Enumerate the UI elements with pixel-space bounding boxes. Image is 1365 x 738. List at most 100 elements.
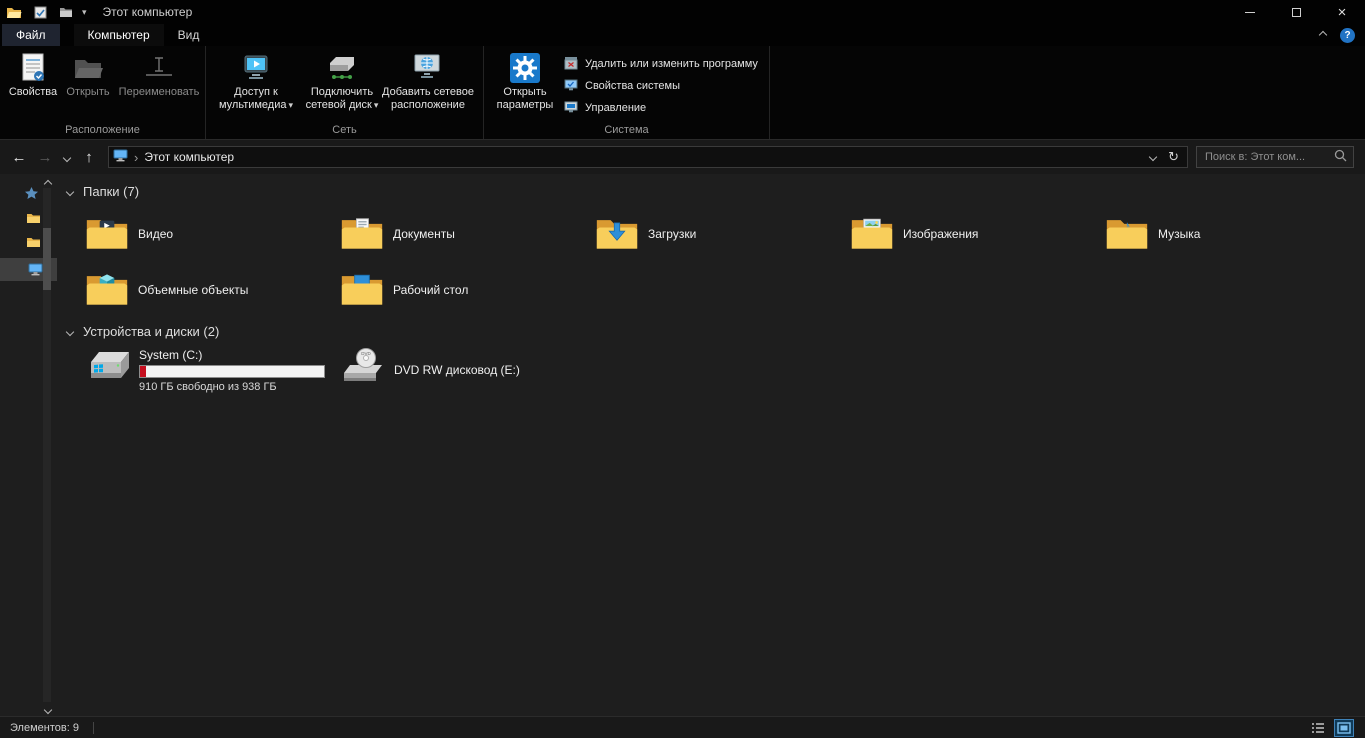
tab-file[interactable]: Файл <box>2 24 60 46</box>
uninstall-program-item[interactable]: Удалить или изменить программу <box>564 54 758 74</box>
open-label: Открыть <box>66 86 110 98</box>
ribbon-controls: ? <box>1318 24 1365 46</box>
properties-icon <box>20 50 46 86</box>
title-bar: ▾ Этот компьютер × <box>0 0 1365 24</box>
dvd-drive-icon: DVD <box>340 347 386 392</box>
properties-label: Свойства <box>8 86 58 98</box>
forward-button[interactable]: → <box>32 149 58 166</box>
search-box[interactable] <box>1196 146 1354 168</box>
tab-computer[interactable]: Компьютер <box>73 24 164 46</box>
ribbon-tab-bar: Файл Компьютер Вид ? <box>0 24 1365 46</box>
close-icon: × <box>1337 3 1347 21</box>
qa-properties-icon[interactable] <box>32 4 48 20</box>
media-access-icon <box>241 50 271 86</box>
uninstall-program-icon <box>564 56 578 73</box>
folder-name: Рабочий стол <box>393 283 469 297</box>
tab-view[interactable]: Вид <box>164 24 214 46</box>
folder-tile-desktop[interactable]: Рабочий стол <box>340 262 590 318</box>
back-button[interactable]: ← <box>6 149 32 166</box>
sidebar-scrollbar-thumb[interactable] <box>43 228 51 290</box>
sidebar-item-folder-2[interactable] <box>26 236 41 251</box>
media-access-dropdown-icon: ▾ <box>288 100 294 110</box>
devices-collapse-icon[interactable] <box>65 327 75 336</box>
ribbon-group-system: Открыть параметры Удалить или изменить п… <box>484 46 770 139</box>
large-icons-view-button[interactable] <box>1334 718 1354 737</box>
folders-collapse-icon[interactable] <box>65 187 75 196</box>
system-properties-label: Свойства системы <box>585 80 681 92</box>
help-button[interactable]: ? <box>1340 27 1355 43</box>
file-explorer-window: ▾ Этот компьютер × Файл Компьютер Вид ? … <box>0 0 1365 738</box>
minimize-icon <box>1245 11 1255 13</box>
folders-grid: Видео Документы Загрузки Изображения ♪ М… <box>85 206 1360 318</box>
map-network-drive-label: Подключить сетевой диск ▾ <box>305 86 379 111</box>
folder-name: Музыка <box>1158 227 1201 241</box>
address-bar[interactable]: › Этот компьютер ↻ <box>108 146 1188 168</box>
sidebar-item-folder-1[interactable] <box>26 212 41 227</box>
maximize-button[interactable] <box>1273 0 1319 24</box>
sidebar-scrollbar[interactable] <box>43 188 51 702</box>
uninstall-program-label: Удалить или изменить программу <box>585 58 758 70</box>
window-controls: × <box>1227 0 1365 24</box>
drive-tile-dvd[interactable]: DVD DVD RW дисковод (E:) <box>340 346 595 393</box>
group-label-location: Расположение <box>65 124 140 136</box>
view-switcher <box>1309 718 1365 737</box>
computer-management-item[interactable]: Управление <box>564 98 646 118</box>
maximize-icon <box>1291 7 1301 17</box>
main-area: Папки (7) Видео Документы Загрузки Изобр… <box>0 174 1365 716</box>
folders-section-header[interactable]: Папки (7) <box>65 184 139 199</box>
breadcrumb-this-pc[interactable]: Этот компьютер <box>144 150 234 164</box>
tab-spacer <box>60 24 74 46</box>
open-settings-label: Открыть параметры <box>496 86 554 111</box>
computer-management-label: Управление <box>585 102 647 114</box>
folder-name: Изображения <box>903 227 979 241</box>
media-access-button[interactable]: Доступ к мультимедиа ▾ <box>216 50 296 112</box>
drive-tile-system-c[interactable]: System (C:) 910 ГБ свободно из 938 ГБ <box>85 346 340 393</box>
folder-tile-3d-objects[interactable]: Объемные объекты <box>85 262 335 318</box>
rename-button[interactable]: Переименовать <box>116 50 202 99</box>
ribbon-group-network: Доступ к мультимедиа ▾ Подключить сетевой… <box>206 46 484 139</box>
pictures-folder-icon <box>850 215 894 254</box>
capacity-bar <box>139 365 325 378</box>
sidebar-item-quick-access[interactable] <box>24 186 39 203</box>
add-network-location-button[interactable]: Добавить сетевое расположение <box>376 50 480 112</box>
collapse-ribbon-icon[interactable] <box>1318 30 1328 40</box>
close-button[interactable]: × <box>1319 0 1365 24</box>
recent-locations-dropdown[interactable] <box>58 150 76 164</box>
address-bar-controls: ↻ <box>1148 149 1183 165</box>
refresh-icon[interactable]: ↻ <box>1168 149 1179 165</box>
map-network-drive-button[interactable]: Подключить сетевой диск ▾ <box>300 50 384 112</box>
search-input[interactable] <box>1203 150 1334 164</box>
search-icon[interactable] <box>1334 149 1347 165</box>
3d-objects-folder-icon <box>85 271 129 310</box>
folder-tile-music[interactable]: ♪ Музыка <box>1105 206 1355 262</box>
ribbon: Свойства Открыть Переименовать Расположе… <box>0 46 1365 140</box>
folder-tile-videos[interactable]: Видео <box>85 206 335 262</box>
devices-section-header[interactable]: Устройства и диски (2) <box>65 324 219 339</box>
music-folder-icon: ♪ <box>1105 215 1149 254</box>
rename-label: Переименовать <box>118 86 200 98</box>
status-divider <box>92 721 94 734</box>
address-dropdown-icon[interactable] <box>1148 152 1158 162</box>
open-button[interactable]: Открыть <box>62 50 114 99</box>
sidebar-scroll-down-icon[interactable] <box>43 702 53 716</box>
qa-customize-dropdown-icon[interactable]: ▾ <box>82 7 87 18</box>
details-view-button[interactable] <box>1309 720 1327 736</box>
open-settings-button[interactable]: Открыть параметры <box>492 50 558 112</box>
rename-icon <box>144 50 174 86</box>
minimize-button[interactable] <box>1227 0 1273 24</box>
computer-management-icon <box>564 100 578 117</box>
breadcrumb-chevron-icon[interactable]: › <box>134 150 138 165</box>
folder-name: Загрузки <box>648 227 697 241</box>
system-properties-item[interactable]: Свойства системы <box>564 76 680 96</box>
qa-new-folder-icon[interactable] <box>58 4 74 20</box>
folder-tile-pictures[interactable]: Изображения <box>850 206 1100 262</box>
folder-tile-documents[interactable]: Документы <box>340 206 590 262</box>
group-label-system: Система <box>604 124 649 136</box>
group-label-network: Сеть <box>332 124 357 136</box>
dvd-label-glyph: DVD <box>361 351 371 356</box>
settings-gear-icon <box>509 50 541 86</box>
properties-button[interactable]: Свойства <box>6 50 60 99</box>
hdd-icon <box>85 346 131 393</box>
up-button[interactable]: ↑ <box>76 149 102 166</box>
folder-tile-downloads[interactable]: Загрузки <box>595 206 845 262</box>
